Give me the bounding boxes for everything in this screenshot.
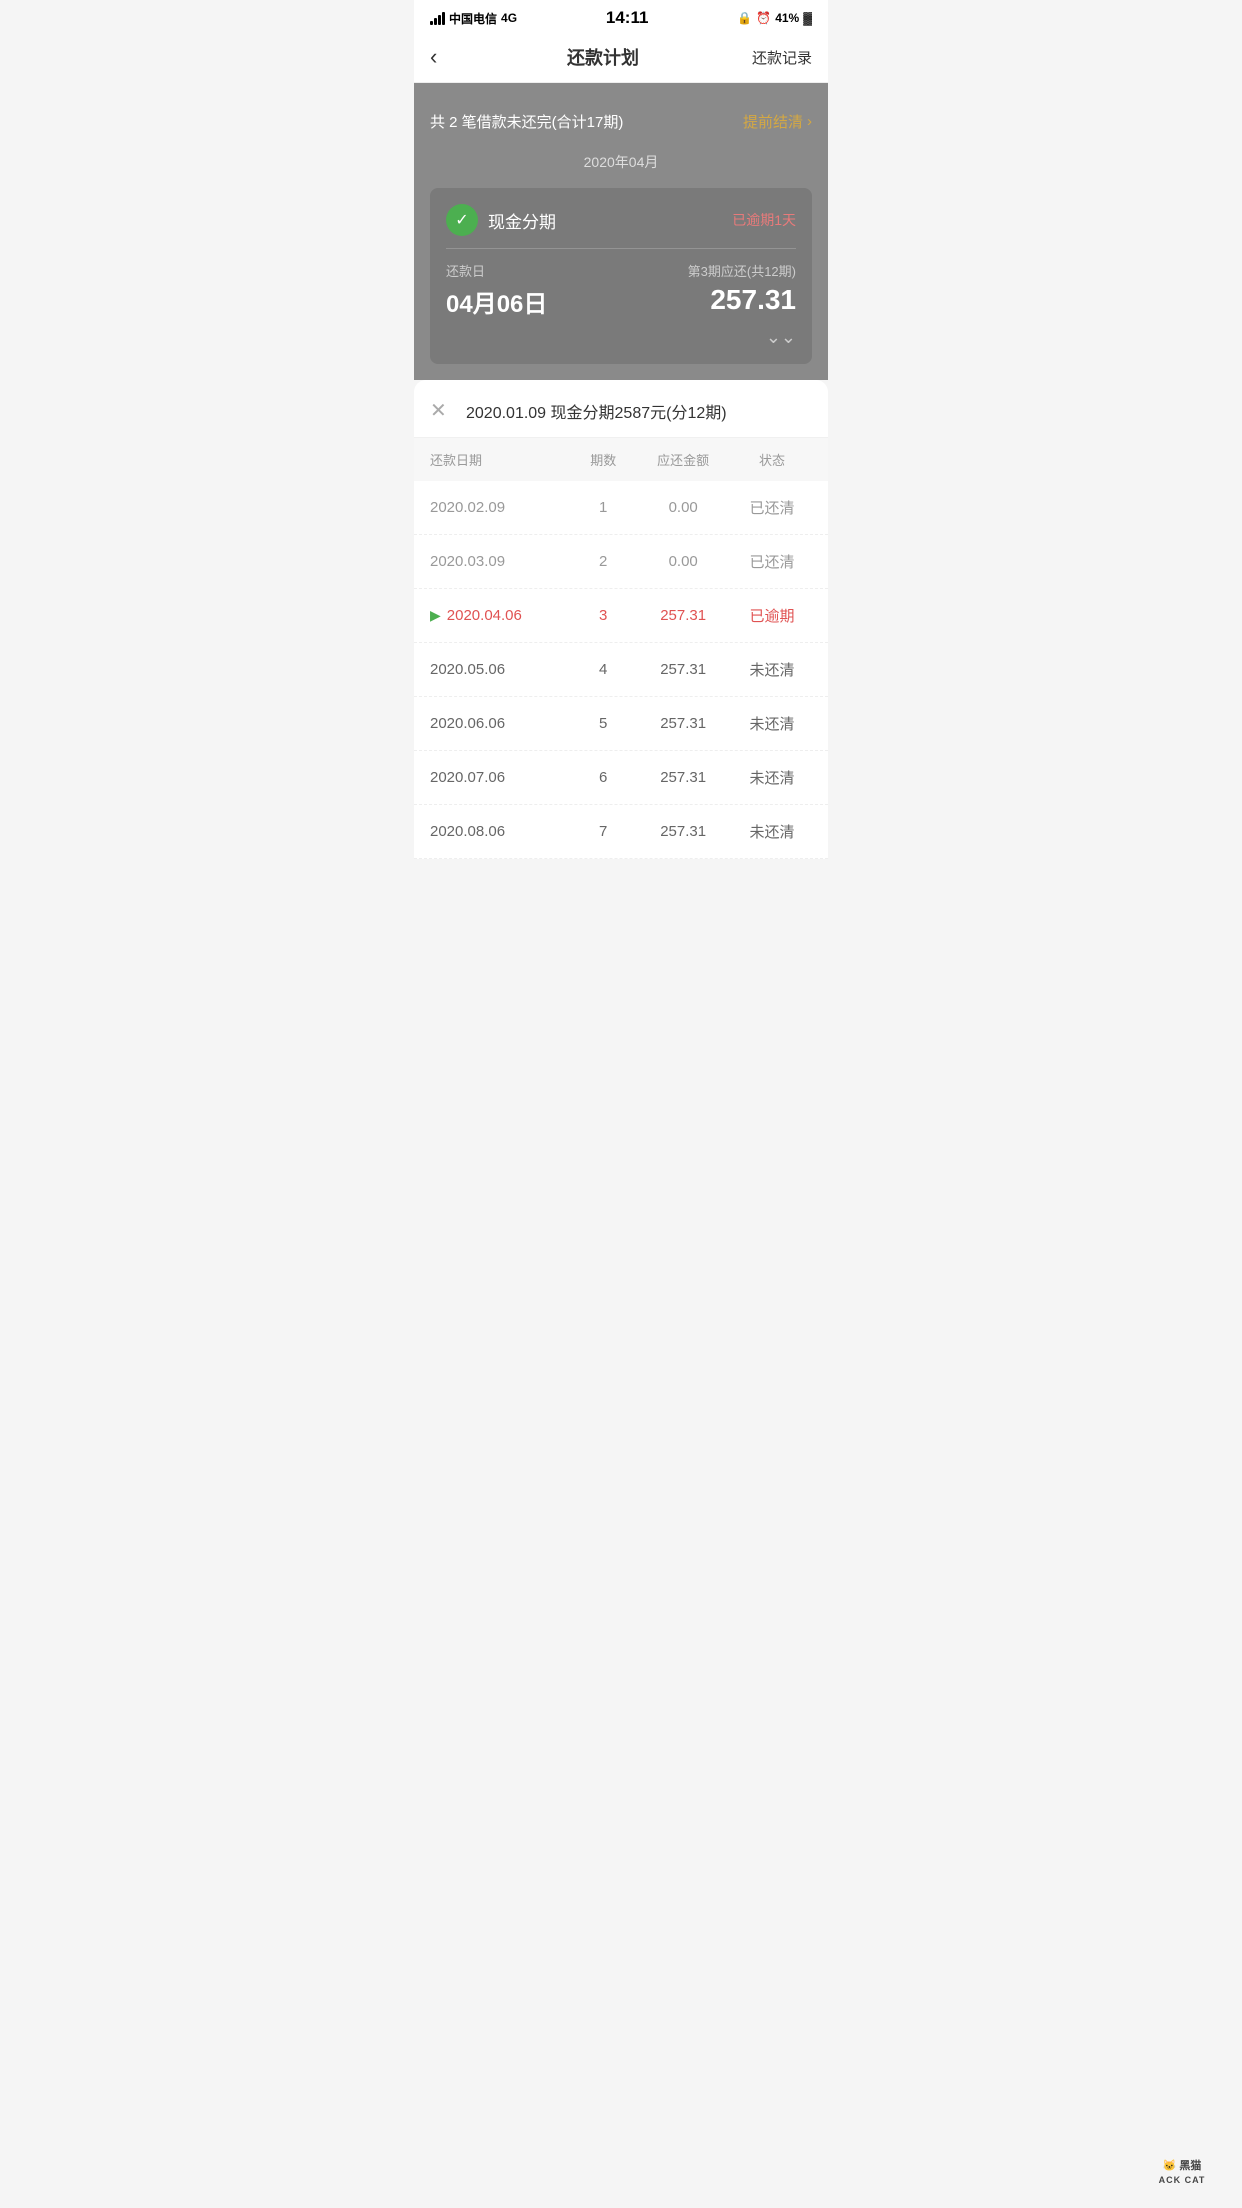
- status-left: 中国电信 4G: [430, 10, 517, 27]
- cell-amount: 257.31: [634, 715, 732, 732]
- battery-icon: ▓: [803, 11, 812, 25]
- battery-label: 41%: [775, 11, 799, 25]
- time-label: 14:11: [606, 8, 649, 28]
- status-bar: 中国电信 4G 14:11 🔒 ⏰ 41% ▓: [414, 0, 828, 32]
- signal-icon: [430, 12, 445, 25]
- cell-amount: 0.00: [634, 499, 732, 516]
- loan-details: 还款日 04月06日 第3期应还(共12期) 257.31: [446, 261, 796, 319]
- cell-date: 2020.05.06: [430, 661, 572, 678]
- loan-type-left: ✓ 现金分期: [446, 204, 556, 236]
- play-arrow-icon: ▶: [430, 607, 441, 624]
- cat-logo: 🐱 黑猫 ACK CAT: [1159, 2159, 1206, 2188]
- close-button[interactable]: ✕: [430, 398, 454, 423]
- check-circle-icon: ✓: [446, 204, 478, 236]
- loan-type-name: 现金分期: [488, 208, 556, 233]
- lock-icon: 🔒: [737, 11, 752, 25]
- page-title: 还款计划: [567, 44, 639, 70]
- repay-date-label: 还款日: [446, 261, 547, 280]
- alarm-icon: ⏰: [756, 11, 771, 25]
- cell-amount: 257.31: [634, 769, 732, 786]
- cell-status: 已还清: [732, 497, 812, 518]
- cell-amount: 0.00: [634, 553, 732, 570]
- header-card: 共 2 笔借款未还完(合计17期) 提前结清 › 2020年04月 ✓ 现金分期…: [414, 83, 828, 380]
- loan-detail-left: 还款日 04月06日: [446, 261, 547, 319]
- loan-card: ✓ 现金分期 已逾期1天 还款日 04月06日 第3期应还(共12期) 257.…: [430, 188, 812, 364]
- col-amount-header: 应还金额: [634, 450, 732, 469]
- table-row: 2020.07.06 6 257.31 未还清: [414, 751, 828, 805]
- popup-title: 2020.01.09 现金分期2587元(分12期): [466, 399, 727, 423]
- cell-status: 未还清: [732, 821, 812, 842]
- cell-status: 已还清: [732, 551, 812, 572]
- cell-amount: 257.31: [634, 823, 732, 840]
- month-label: 2020年04月: [430, 144, 812, 188]
- period-label: 第3期应还(共12期): [688, 261, 796, 280]
- cell-date: 2020.07.06: [430, 769, 572, 786]
- col-period-header: 期数: [572, 450, 634, 469]
- table-header: 还款日期 期数 应还金额 状态: [414, 438, 828, 481]
- table-row: 2020.02.09 1 0.00 已还清: [414, 481, 828, 535]
- col-status-header: 状态: [732, 450, 812, 469]
- cell-status: 已逾期: [732, 605, 812, 626]
- table-row: 2020.06.06 5 257.31 未还清: [414, 697, 828, 751]
- carrier-label: 中国电信: [449, 10, 497, 27]
- cell-period: 5: [572, 715, 634, 732]
- cell-amount: 257.31: [634, 661, 732, 678]
- loan-summary-row: 共 2 笔借款未还完(合计17期) 提前结清 ›: [430, 99, 812, 144]
- loan-summary-text: 共 2 笔借款未还完(合计17期): [430, 111, 623, 132]
- amount-value: 257.31: [688, 284, 796, 316]
- cell-status: 未还清: [732, 659, 812, 680]
- early-repay-label: 提前结清: [743, 111, 803, 132]
- cell-period: 2: [572, 553, 634, 570]
- table-row: 2020.03.09 2 0.00 已还清: [414, 535, 828, 589]
- table-row: ▶ 2020.04.06 3 257.31 已逾期: [414, 589, 828, 643]
- cell-period: 7: [572, 823, 634, 840]
- back-button[interactable]: ‹: [430, 44, 474, 70]
- cell-period: 4: [572, 661, 634, 678]
- network-label: 4G: [501, 11, 517, 25]
- early-repay-button[interactable]: 提前结清 ›: [743, 111, 812, 132]
- table-body: 2020.02.09 1 0.00 已还清 2020.03.09 2 0.00 …: [414, 481, 828, 859]
- cell-amount: 257.31: [634, 607, 732, 624]
- repay-date-value: 04月06日: [446, 284, 547, 319]
- cell-date: ▶ 2020.04.06: [430, 607, 572, 624]
- popup-panel: ✕ 2020.01.09 现金分期2587元(分12期) 还款日期 期数 应还金…: [414, 380, 828, 859]
- loan-type-row: ✓ 现金分期 已逾期1天: [446, 204, 796, 249]
- cell-date: 2020.03.09: [430, 553, 572, 570]
- cell-date: 2020.08.06: [430, 823, 572, 840]
- cell-status: 未还清: [732, 713, 812, 734]
- cell-status: 未还清: [732, 767, 812, 788]
- nav-bar: ‹ 还款计划 还款记录: [414, 32, 828, 83]
- cell-period: 1: [572, 499, 634, 516]
- table-row: 2020.05.06 4 257.31 未还清: [414, 643, 828, 697]
- chevron-right-icon: ›: [807, 113, 812, 130]
- popup-header: ✕ 2020.01.09 现金分期2587元(分12期): [414, 380, 828, 438]
- overdue-badge: 已逾期1天: [732, 210, 796, 230]
- watermark: 🐱 黑猫 ACK CAT: [1122, 2138, 1242, 2208]
- status-right: 🔒 ⏰ 41% ▓: [737, 11, 812, 25]
- cell-period: 3: [572, 607, 634, 624]
- cell-date: 2020.02.09: [430, 499, 572, 516]
- col-date-header: 还款日期: [430, 450, 572, 469]
- cell-period: 6: [572, 769, 634, 786]
- loan-detail-right: 第3期应还(共12期) 257.31: [688, 261, 796, 319]
- cell-date: 2020.06.06: [430, 715, 572, 732]
- table-row: 2020.08.06 7 257.31 未还清: [414, 805, 828, 859]
- expand-icon[interactable]: ⌄⌄: [446, 327, 796, 348]
- repay-records-button[interactable]: 还款记录: [732, 47, 812, 68]
